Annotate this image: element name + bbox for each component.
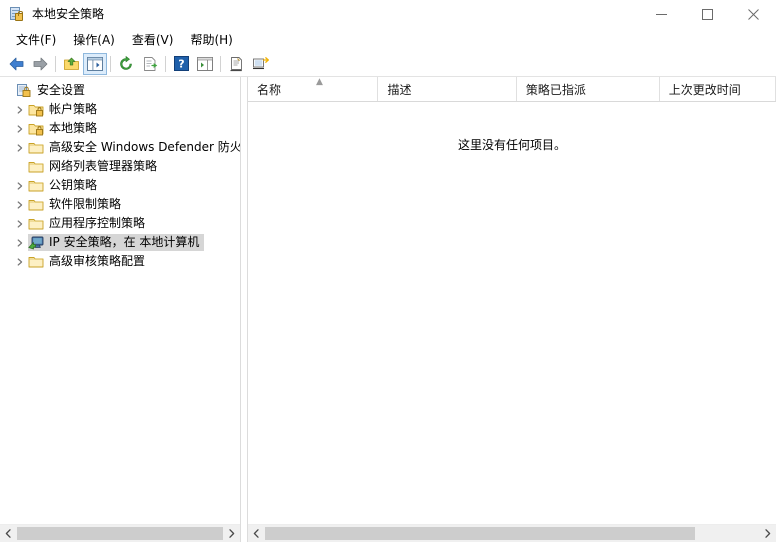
column-header-label: 描述: [387, 82, 412, 97]
tree-item-label: 高级审核策略配置: [49, 254, 146, 268]
folder-icon: [28, 140, 44, 156]
tree-item-label: 高级安全 Windows Defender 防火墙: [49, 140, 240, 154]
tree-item-windows-defender-firewall[interactable]: 高级安全 Windows Defender 防火墙: [0, 138, 240, 157]
create-ip-security-policy-icon[interactable]: [248, 53, 272, 75]
show-hide-action-pane-icon[interactable]: [193, 53, 217, 75]
show-hide-tree-icon[interactable]: [83, 52, 107, 75]
tree-horizontal-scrollbar[interactable]: [0, 524, 240, 542]
scroll-right-icon[interactable]: [759, 525, 776, 542]
tree-item-local-policies[interactable]: 本地策略: [0, 119, 240, 138]
forward-icon[interactable]: [28, 53, 52, 75]
console-tree-pane: 安全设置 帐户策略 本地策略 高级安全 Windows Defender 防火墙…: [0, 77, 241, 542]
tree-item-label: 本地策略: [49, 121, 98, 135]
column-header-label: 上次更改时间: [668, 82, 741, 97]
tree-item-software-restriction-policies[interactable]: 软件限制策略: [0, 195, 240, 214]
chevron-right-icon[interactable]: [12, 233, 28, 252]
list-column-headers: 名称 ▲ 描述 策略已指派 上次更改时间: [248, 77, 776, 102]
menu-action[interactable]: 操作(A): [65, 30, 124, 50]
list-pane: 名称 ▲ 描述 策略已指派 上次更改时间 这里没有任何项目。: [247, 77, 776, 542]
window-controls: [638, 0, 776, 29]
close-button[interactable]: [730, 0, 776, 29]
chevron-right-icon[interactable]: [12, 252, 28, 271]
toolbar-separator: [220, 55, 221, 72]
empty-list-message: 这里没有任何项目。: [457, 138, 566, 152]
chevron-right-icon[interactable]: [12, 138, 28, 157]
tree-item-label: 应用程序控制策略: [49, 216, 146, 230]
menu-file[interactable]: 文件(F): [8, 30, 65, 50]
folder-lock-icon: [28, 121, 44, 137]
up-folder-icon[interactable]: [59, 53, 83, 75]
tree-item-advanced-audit-policy-configuration[interactable]: 高级审核策略配置: [0, 252, 240, 271]
content-area: 安全设置 帐户策略 本地策略 高级安全 Windows Defender 防火墙…: [0, 77, 776, 542]
list-view[interactable]: 这里没有任何项目。: [248, 102, 776, 524]
folder-icon: [28, 159, 44, 175]
chevron-right-icon[interactable]: [12, 100, 28, 119]
column-header-label: 策略已指派: [525, 82, 586, 97]
tree-item-ip-security-policies[interactable]: IP 安全策略，在 本地计算机: [0, 233, 240, 252]
tree-item-application-control-policies[interactable]: 应用程序控制策略: [0, 214, 240, 233]
scroll-right-icon[interactable]: [223, 525, 240, 542]
security-policy-icon: [9, 6, 25, 23]
tree-expander-placeholder: [0, 81, 16, 100]
menu-view[interactable]: 查看(V): [124, 30, 183, 50]
chevron-right-icon[interactable]: [12, 195, 28, 214]
column-header-policy-assigned[interactable]: 策略已指派: [516, 77, 660, 101]
toolbar: ?: [0, 51, 776, 77]
scroll-track[interactable]: [17, 525, 223, 542]
scroll-thumb[interactable]: [17, 527, 223, 540]
folder-icon: [28, 216, 44, 232]
folder-icon: [28, 254, 44, 270]
chevron-right-icon[interactable]: [12, 119, 28, 138]
properties-icon[interactable]: [224, 53, 248, 75]
scroll-track[interactable]: [265, 525, 759, 542]
folder-icon: [28, 197, 44, 213]
refresh-icon[interactable]: [114, 53, 138, 75]
tree-item-label: 网络列表管理器策略: [49, 159, 158, 173]
window-title: 本地安全策略: [32, 7, 105, 21]
help-icon[interactable]: ?: [169, 53, 193, 75]
tree-item-label: 安全设置: [37, 83, 86, 97]
back-icon[interactable]: [4, 53, 28, 75]
scroll-thumb[interactable]: [265, 527, 695, 540]
tree-item-label: 软件限制策略: [49, 197, 122, 211]
tree-item-security-settings[interactable]: 安全设置: [0, 81, 240, 100]
column-header-label: 名称: [257, 82, 282, 97]
svg-text:?: ?: [178, 58, 184, 71]
ip-security-policies-icon: [28, 235, 44, 251]
list-horizontal-scrollbar[interactable]: [248, 524, 776, 542]
tree-item-label: IP 安全策略，在 本地计算机: [49, 235, 200, 249]
maximize-button[interactable]: [684, 0, 730, 29]
column-header-description[interactable]: 描述: [378, 77, 517, 101]
toolbar-separator: [165, 55, 166, 72]
tree-expander-placeholder: [12, 157, 28, 176]
tree-item-account-policies[interactable]: 帐户策略: [0, 100, 240, 119]
toolbar-separator: [55, 55, 56, 72]
sort-ascending-icon: ▲: [316, 77, 323, 87]
export-list-icon[interactable]: [138, 53, 162, 75]
chevron-right-icon[interactable]: [12, 214, 28, 233]
tree-item-label: 帐户策略: [49, 102, 98, 116]
menu-bar: 文件(F) 操作(A) 查看(V) 帮助(H): [0, 29, 776, 51]
tree-item-public-key-policies[interactable]: 公钥策略: [0, 176, 240, 195]
column-header-name[interactable]: 名称 ▲: [248, 77, 379, 101]
tree-item-network-list-manager-policies[interactable]: 网络列表管理器策略: [0, 157, 240, 176]
scroll-left-icon[interactable]: [0, 525, 17, 542]
title-bar: 本地安全策略: [0, 0, 776, 29]
folder-icon: [28, 178, 44, 194]
console-tree[interactable]: 安全设置 帐户策略 本地策略 高级安全 Windows Defender 防火墙…: [0, 77, 240, 524]
minimize-button[interactable]: [638, 0, 684, 29]
chevron-right-icon[interactable]: [12, 176, 28, 195]
menu-help[interactable]: 帮助(H): [182, 30, 241, 50]
security-settings-icon: [16, 83, 32, 99]
toolbar-separator: [110, 55, 111, 72]
column-header-last-modified[interactable]: 上次更改时间: [659, 77, 776, 101]
folder-lock-icon: [28, 102, 44, 118]
scroll-left-icon[interactable]: [248, 525, 265, 542]
local-security-policy-window: 本地安全策略 文件(F) 操作(A) 查看(V) 帮助(H) ? 安全设置 帐户…: [0, 0, 776, 543]
tree-item-label: 公钥策略: [49, 178, 98, 192]
